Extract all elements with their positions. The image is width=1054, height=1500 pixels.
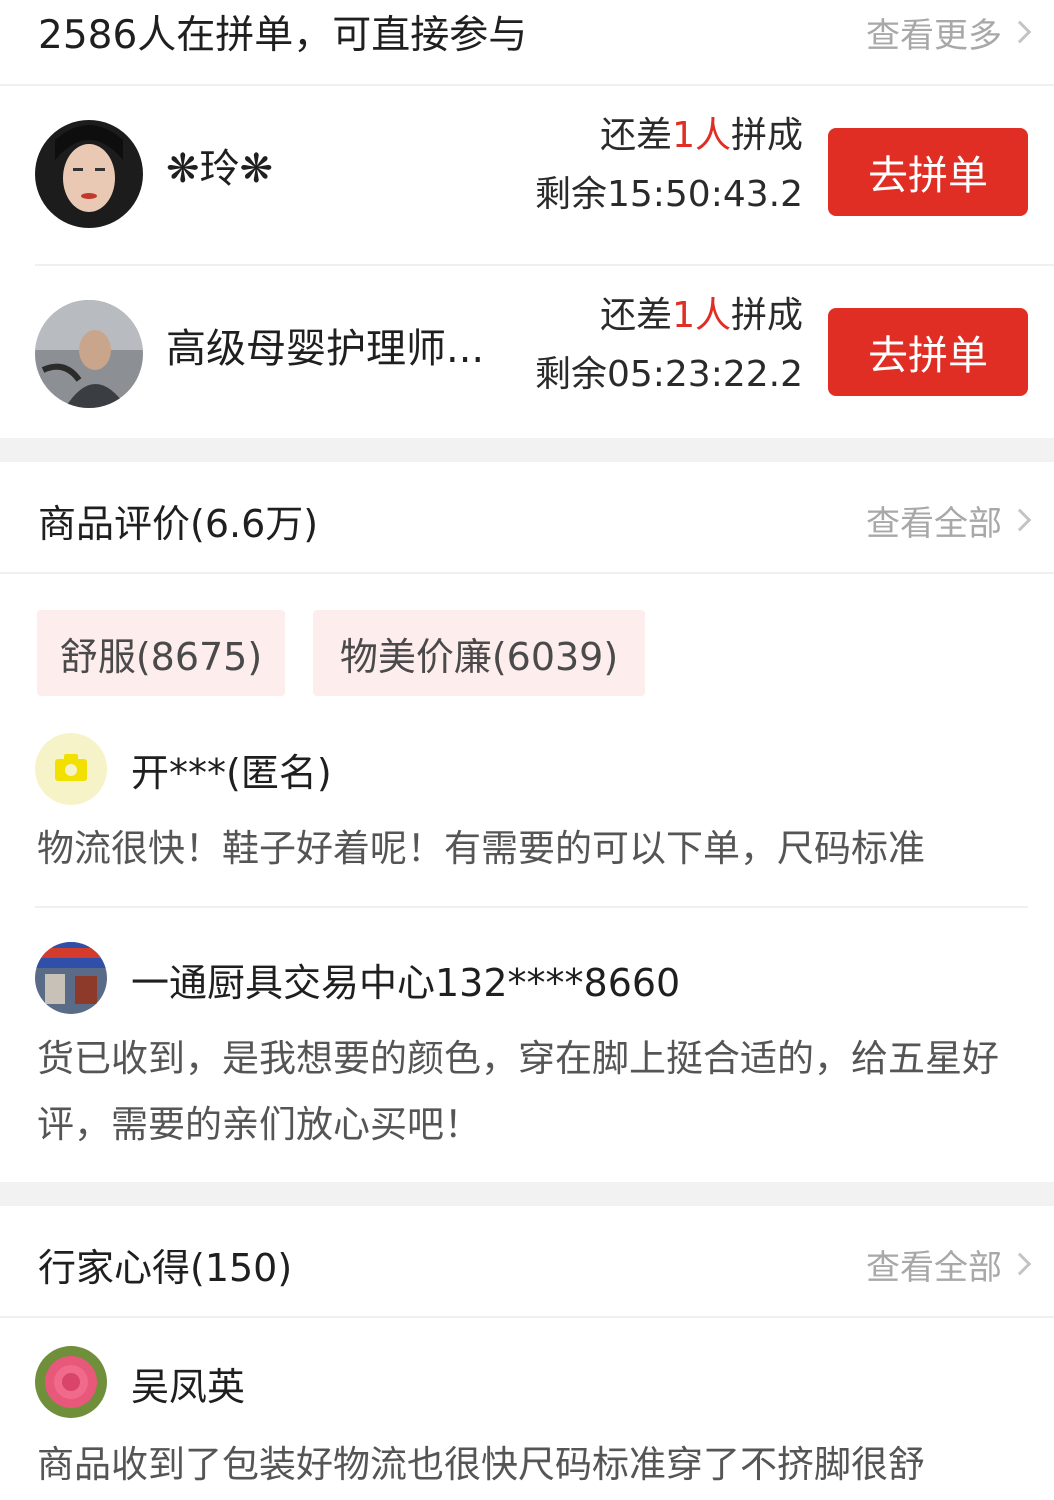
review-text: 物流很快！鞋子好着呢！有需要的可以下单，尺码标准 [37, 827, 925, 870]
need-suffix: 拼成 [730, 295, 803, 336]
reviews-header: 商品评价(6.6万) 查看全部 [0, 472, 1054, 568]
chevron-right-icon [1008, 508, 1032, 532]
chevron-right-icon [1008, 1252, 1032, 1276]
avatar [35, 120, 143, 228]
divider [0, 572, 1054, 574]
product-social-page: 2586人在拼单，可直接参与 查看更多 ❋玲❋ 还差1人拼成 剩余15:50:4… [0, 0, 1054, 1500]
review-tag[interactable]: 舒服(8675) [37, 610, 285, 696]
avatar [35, 300, 143, 408]
experts-title: 行家心得(150) [38, 1245, 293, 1290]
review-tag[interactable]: 物美价廉(6039) [313, 610, 645, 696]
group-buy-header: 2586人在拼单，可直接参与 查看更多 [0, 0, 1054, 64]
group-row: ❋玲❋ 还差1人拼成 剩余15:50:43.2 去拼单 [0, 86, 1054, 262]
camera-icon [55, 754, 87, 781]
need-prefix: 还差 [600, 295, 673, 336]
avatar [35, 1346, 107, 1418]
view-more-groups-link[interactable]: 查看更多 [866, 8, 1032, 57]
countdown-timer: 剩余05:23:22.2 [534, 354, 803, 395]
view-all-label: 查看全部 [866, 1247, 1002, 1288]
join-group-button[interactable]: 去拼单 [828, 308, 1028, 396]
countdown-timer: 剩余15:50:43.2 [534, 174, 803, 215]
avatar [35, 733, 107, 805]
reviewer-name: 一通厨具交易中心132****8660 [131, 961, 681, 1005]
view-all-experts-link[interactable]: 查看全部 [866, 1240, 1032, 1289]
divider [35, 906, 1028, 908]
view-more-label: 查看更多 [866, 15, 1002, 56]
group-leader-name: 高级母婴护理师... [166, 326, 485, 372]
expert-name: 吴凤英 [131, 1365, 246, 1409]
need-suffix: 拼成 [730, 115, 803, 156]
needed-count: 还差1人拼成 [535, 106, 803, 166]
experts-header: 行家心得(150) 查看全部 [0, 1216, 1054, 1312]
reviewer-name: 开***(匿名) [131, 751, 332, 795]
group-buy-headline: 2586人在拼单，可直接参与 [38, 13, 528, 58]
view-all-label: 查看全部 [866, 503, 1002, 544]
group-row: 高级母婴护理师... 还差1人拼成 剩余05:23:22.2 去拼单 [0, 266, 1054, 442]
group-status: 还差1人拼成 剩余05:23:22.2 [535, 286, 803, 404]
section-gap [0, 1182, 1054, 1206]
section-gap [0, 438, 1054, 462]
group-leader-name: ❋玲❋ [166, 146, 274, 192]
avatar [35, 942, 107, 1014]
view-all-reviews-link[interactable]: 查看全部 [866, 496, 1032, 545]
need-count: 1人 [672, 295, 731, 336]
expert-text: 商品收到了包装好物流也很快尺码标准穿了不挤脚很舒 [37, 1443, 925, 1486]
divider [0, 1316, 1054, 1318]
group-status: 还差1人拼成 剩余15:50:43.2 [535, 106, 803, 224]
review-text: 货已收到，是我想要的颜色，穿在脚上挺合适的，给五星好评，需要的亲们放心买吧！ [37, 1037, 999, 1146]
reviews-title: 商品评价(6.6万) [38, 501, 319, 546]
chevron-right-icon [1008, 20, 1032, 44]
join-group-button[interactable]: 去拼单 [828, 128, 1028, 216]
need-count: 1人 [672, 115, 731, 156]
need-prefix: 还差 [600, 115, 673, 156]
needed-count: 还差1人拼成 [535, 286, 803, 346]
